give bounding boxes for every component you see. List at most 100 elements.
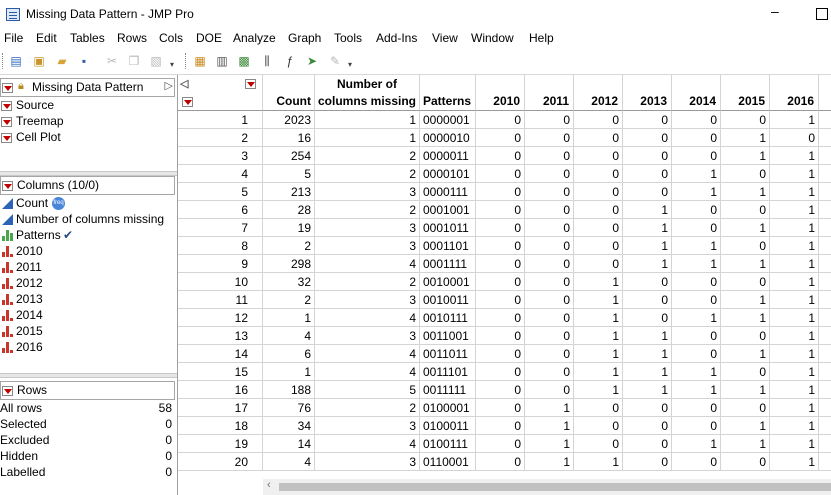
pattern-cell[interactable]: 0100011 <box>420 417 476 435</box>
cell-2014[interactable]: 0 <box>672 453 721 471</box>
count-cell[interactable]: 2023 <box>263 111 315 129</box>
cell-2015[interactable]: 1 <box>721 129 770 147</box>
row-number-cell[interactable]: 13 <box>178 327 263 345</box>
cell-2011[interactable]: 1 <box>525 453 574 471</box>
cell-2013[interactable]: 0 <box>623 111 672 129</box>
cell-2012[interactable]: 0 <box>574 219 623 237</box>
count-cell[interactable]: 188 <box>263 381 315 399</box>
header-number-of-columns-missing[interactable]: Number of columns missing <box>315 75 420 111</box>
cell-2015[interactable]: 0 <box>721 111 770 129</box>
cell-2011[interactable]: 1 <box>525 435 574 453</box>
columns-missing-cell[interactable]: 4 <box>315 309 420 327</box>
toolbar-overflow-icon[interactable]: ▾ <box>348 60 352 69</box>
cell-2016[interactable]: 1 <box>770 201 819 219</box>
cell-2010[interactable]: 0 <box>476 111 525 129</box>
cell-2014[interactable]: 1 <box>672 165 721 183</box>
cell-2015[interactable]: 1 <box>721 345 770 363</box>
cell-2013[interactable]: 0 <box>623 183 672 201</box>
cell-2012[interactable]: 1 <box>574 291 623 309</box>
cell-2011[interactable]: 0 <box>525 201 574 219</box>
menu-edit[interactable]: Edit <box>36 31 57 45</box>
cell-2016[interactable]: 1 <box>770 291 819 309</box>
row-number-cell[interactable]: 19 <box>178 435 263 453</box>
count-cell[interactable]: 2 <box>263 291 315 309</box>
cell-2016[interactable]: 1 <box>770 237 819 255</box>
count-cell[interactable]: 76 <box>263 399 315 417</box>
pattern-cell[interactable]: 0100111 <box>420 435 476 453</box>
columns-missing-cell[interactable]: 3 <box>315 417 420 435</box>
cell-2010[interactable]: 0 <box>476 435 525 453</box>
count-cell[interactable]: 5 <box>263 165 315 183</box>
cell-2011[interactable]: 0 <box>525 291 574 309</box>
menu-tables[interactable]: Tables <box>70 31 105 45</box>
minimize-button[interactable]: – <box>771 3 779 19</box>
cell-2015[interactable]: 0 <box>721 237 770 255</box>
cell-2012[interactable]: 0 <box>574 435 623 453</box>
cell-2011[interactable]: 1 <box>525 417 574 435</box>
columns-missing-cell[interactable]: 4 <box>315 345 420 363</box>
cell-2011[interactable]: 0 <box>525 255 574 273</box>
columns-missing-cell[interactable]: 2 <box>315 273 420 291</box>
columns-missing-cell[interactable]: 4 <box>315 435 420 453</box>
save-icon[interactable]: ▪ <box>76 53 92 69</box>
cell-2013[interactable]: 1 <box>623 381 672 399</box>
menu-window[interactable]: Window <box>471 31 514 45</box>
rows-red-triangle-icon[interactable] <box>2 386 13 396</box>
cell-2012[interactable]: 0 <box>574 165 623 183</box>
cell-2011[interactable]: 0 <box>525 165 574 183</box>
cell-2010[interactable]: 0 <box>476 165 525 183</box>
header-2016[interactable]: 2016 <box>770 75 819 111</box>
cell-2015[interactable]: 0 <box>721 399 770 417</box>
cell-2015[interactable]: 1 <box>721 381 770 399</box>
rows-panel-header[interactable]: Rows <box>0 381 175 400</box>
cell-2013[interactable]: 1 <box>623 255 672 273</box>
cell-2010[interactable]: 0 <box>476 201 525 219</box>
count-cell[interactable]: 1 <box>263 363 315 381</box>
columns-panel-header[interactable]: Columns (10/0) <box>0 176 175 195</box>
cell-2011[interactable]: 0 <box>525 327 574 345</box>
columns-red-triangle-icon[interactable] <box>245 79 256 89</box>
script-red-triangle-icon[interactable] <box>1 101 12 111</box>
cell-2013[interactable]: 0 <box>623 165 672 183</box>
cell-2011[interactable]: 1 <box>525 399 574 417</box>
cell-2013[interactable]: 0 <box>623 291 672 309</box>
scrollbar-thumb[interactable] <box>279 483 831 491</box>
count-cell[interactable]: 14 <box>263 435 315 453</box>
toolbar-overflow-icon[interactable]: ▾ <box>170 60 174 69</box>
cell-2015[interactable]: 0 <box>721 453 770 471</box>
cell-2013[interactable]: 0 <box>623 273 672 291</box>
cell-2016[interactable]: 1 <box>770 327 819 345</box>
menu-view[interactable]: View <box>432 31 458 45</box>
table-panel-header[interactable]: 🔒︎ Missing Data Pattern ▷ <box>0 78 175 97</box>
row-number-cell[interactable]: 11 <box>178 291 263 309</box>
table-red-triangle-icon[interactable] <box>2 83 13 93</box>
cell-2015[interactable]: 0 <box>721 363 770 381</box>
cell-2013[interactable]: 0 <box>623 453 672 471</box>
count-cell[interactable]: 213 <box>263 183 315 201</box>
cell-2015[interactable]: 0 <box>721 165 770 183</box>
menu-analyze[interactable]: Analyze <box>233 31 276 45</box>
header-2011[interactable]: 2011 <box>525 75 574 111</box>
cell-2014[interactable]: 0 <box>672 273 721 291</box>
cell-2014[interactable]: 0 <box>672 201 721 219</box>
cell-2011[interactable]: 0 <box>525 273 574 291</box>
open-folder-icon[interactable]: ▰ <box>54 53 70 69</box>
pattern-cell[interactable]: 0010001 <box>420 273 476 291</box>
cell-2011[interactable]: 0 <box>525 129 574 147</box>
cell-2016[interactable]: 1 <box>770 273 819 291</box>
columns-red-triangle-icon[interactable] <box>2 181 13 191</box>
cell-2014[interactable]: 1 <box>672 183 721 201</box>
cell-2011[interactable]: 0 <box>525 111 574 129</box>
row-number-cell[interactable]: 20 <box>178 453 263 471</box>
row-number-cell[interactable]: 3 <box>178 147 263 165</box>
row-number-cell[interactable]: 7 <box>178 219 263 237</box>
scroll-left-icon[interactable]: ‹ <box>267 479 271 491</box>
columns-missing-cell[interactable]: 4 <box>315 363 420 381</box>
cell-2010[interactable]: 0 <box>476 381 525 399</box>
cell-2016[interactable]: 1 <box>770 381 819 399</box>
cell-2011[interactable]: 0 <box>525 381 574 399</box>
cell-2014[interactable]: 0 <box>672 327 721 345</box>
row-number-cell[interactable]: 4 <box>178 165 263 183</box>
cut-icon[interactable]: ✂ <box>104 53 120 69</box>
header-2010[interactable]: 2010 <box>476 75 525 111</box>
